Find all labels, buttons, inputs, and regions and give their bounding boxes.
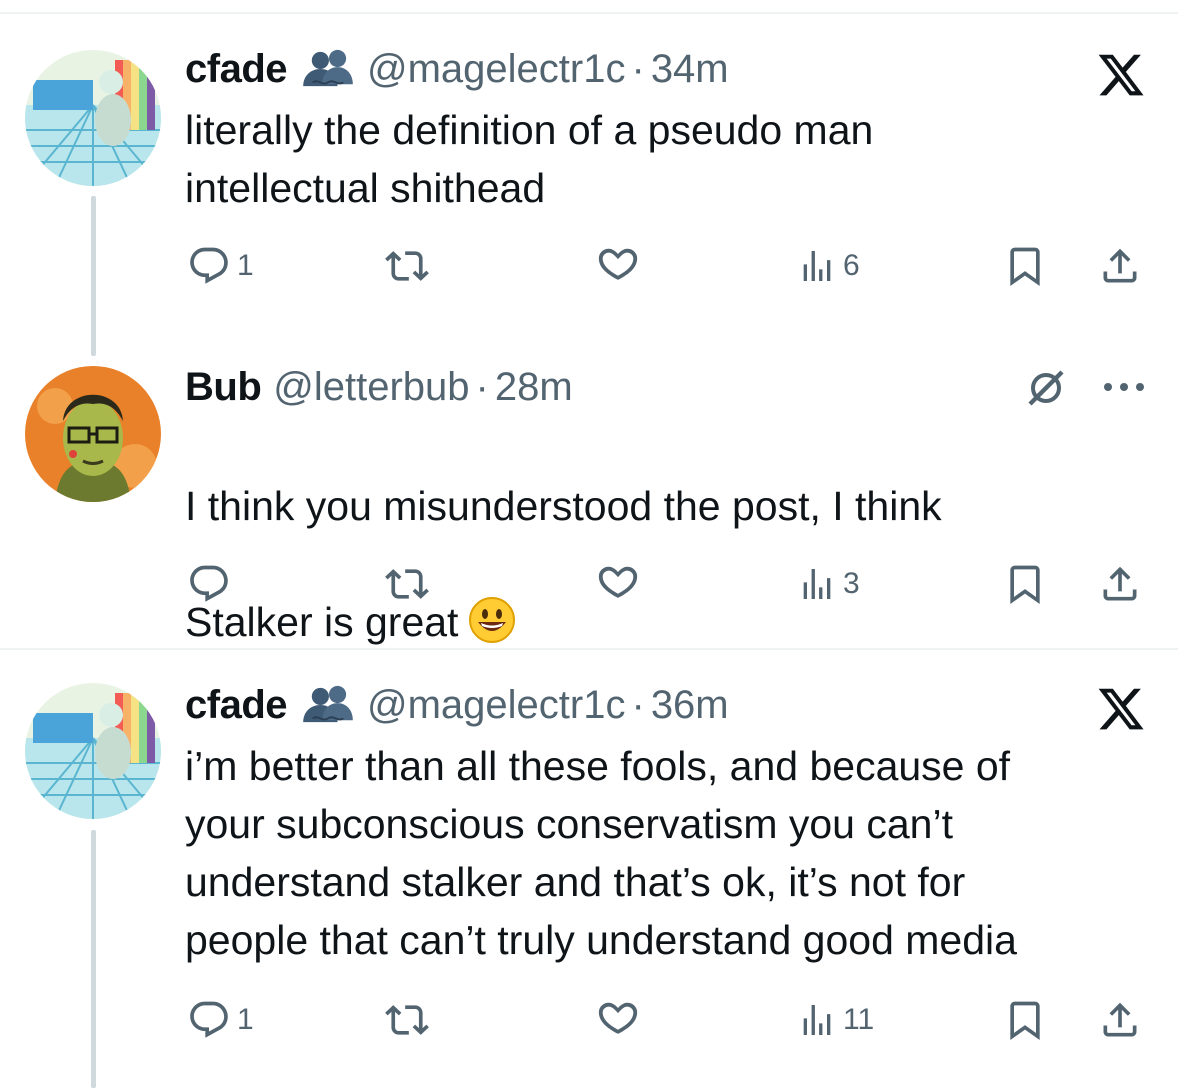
share-icon — [1098, 244, 1142, 288]
username[interactable]: @magelectr1c — [367, 47, 625, 92]
reply-count: 1 — [237, 249, 254, 282]
views-icon — [797, 564, 837, 604]
like-icon — [595, 561, 641, 607]
bookmark-button[interactable] — [1003, 241, 1047, 291]
reply-count: 1 — [237, 1003, 254, 1036]
view-count: 6 — [843, 249, 860, 282]
reply-icon — [187, 562, 231, 606]
share-button[interactable] — [1098, 241, 1142, 291]
bookmark-icon — [1003, 244, 1047, 288]
username[interactable]: @magelectr1c — [367, 683, 625, 728]
views-button[interactable]: 3 — [797, 559, 860, 609]
grok-icon[interactable] — [1022, 364, 1070, 417]
top-divider — [0, 12, 1178, 14]
display-name[interactable]: cfade — [185, 683, 288, 728]
views-icon — [797, 246, 837, 286]
thread-line — [91, 830, 96, 1088]
retweet-icon — [385, 244, 429, 288]
reply-button[interactable]: 1 — [187, 241, 254, 291]
reply-icon — [187, 244, 231, 288]
bookmark-icon — [1003, 562, 1047, 606]
retweet-button[interactable] — [385, 241, 429, 291]
tweet-divider — [0, 648, 1178, 650]
like-button[interactable] — [595, 559, 641, 609]
affiliate-badge-icon — [299, 48, 357, 90]
action-bar: 3 — [185, 559, 1150, 609]
tweet-text-line: I think you misunderstood the post, I th… — [185, 483, 942, 529]
separator-dot: · — [475, 364, 489, 409]
bookmark-button[interactable] — [1003, 995, 1047, 1045]
tweet-header: Bub @letterbub · 28m — [185, 362, 573, 412]
timestamp[interactable]: 28m — [495, 365, 573, 410]
separator-dot: · — [631, 46, 645, 91]
views-button[interactable]: 6 — [797, 241, 860, 291]
tweet-text: literally the definition of a pseudo man… — [185, 107, 874, 211]
more-icon[interactable] — [1100, 372, 1148, 407]
like-button[interactable] — [595, 995, 641, 1045]
reply-button[interactable] — [187, 559, 237, 609]
retweet-button[interactable] — [385, 559, 429, 609]
share-button[interactable] — [1098, 559, 1142, 609]
share-icon — [1098, 562, 1142, 606]
retweet-button[interactable] — [385, 995, 429, 1045]
separator-dot: · — [631, 682, 645, 727]
avatar[interactable] — [25, 683, 161, 819]
avatar[interactable] — [25, 366, 161, 502]
bookmark-button[interactable] — [1003, 559, 1047, 609]
tweet-text: i’m better than all these fools, and bec… — [185, 743, 1017, 963]
bookmark-icon — [1003, 998, 1047, 1042]
retweet-icon — [385, 562, 429, 606]
tweet-header: cfade @magelectr1c · 34m — [185, 44, 729, 94]
action-bar: 1 11 — [185, 995, 1150, 1045]
reply-icon — [187, 998, 231, 1042]
thread-line — [91, 196, 96, 356]
timestamp[interactable]: 34m — [651, 47, 729, 92]
timestamp[interactable]: 36m — [651, 683, 729, 728]
like-button[interactable] — [595, 241, 641, 291]
retweet-icon — [385, 998, 429, 1042]
view-count: 3 — [843, 567, 860, 600]
display-name[interactable]: cfade — [185, 47, 288, 92]
display-name[interactable]: Bub — [185, 365, 262, 410]
like-icon — [595, 997, 641, 1043]
views-icon — [797, 1000, 837, 1040]
action-bar: 1 6 — [185, 241, 1150, 291]
share-button[interactable] — [1098, 995, 1142, 1045]
views-button[interactable]: 11 — [797, 995, 874, 1045]
x-logo-icon — [1096, 50, 1146, 105]
view-count: 11 — [843, 1003, 875, 1036]
like-icon — [595, 243, 641, 289]
username[interactable]: @letterbub — [273, 365, 469, 410]
reply-button[interactable]: 1 — [187, 995, 254, 1045]
tweet-header: cfade @magelectr1c · 36m — [185, 680, 729, 730]
share-icon — [1098, 998, 1142, 1042]
affiliate-badge-icon — [299, 684, 357, 726]
x-logo-icon — [1096, 684, 1146, 739]
avatar[interactable] — [25, 50, 161, 186]
